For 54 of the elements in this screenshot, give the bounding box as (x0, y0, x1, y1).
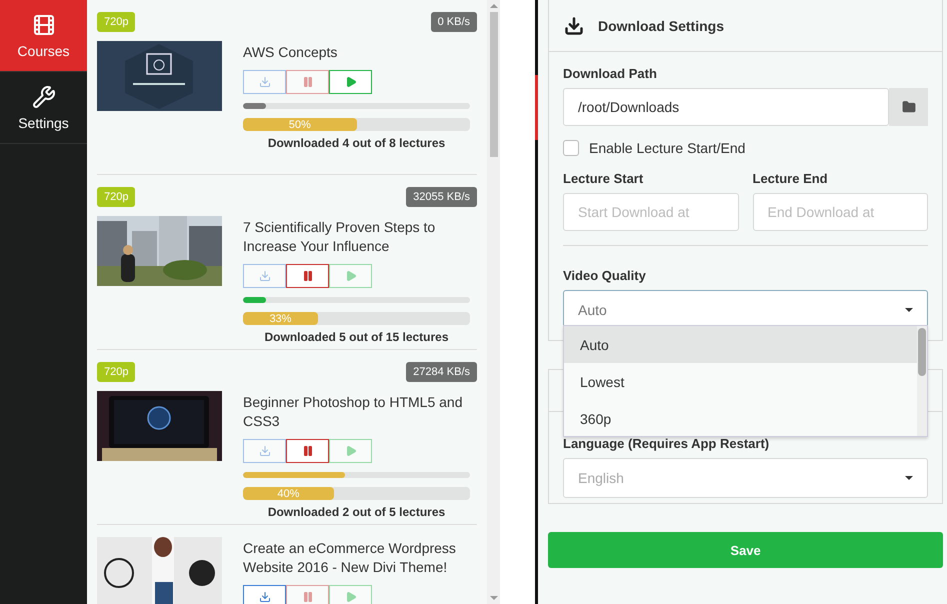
course-title: Create an eCommerce Wordpress Website 2016 - New Divi Theme! (243, 539, 457, 577)
sidebar-item[interactable]: Courses (0, 0, 87, 72)
play-icon (344, 445, 356, 457)
download-icon (258, 270, 270, 282)
progress-fill: 40% (243, 487, 334, 500)
checkbox-label: Enable Lecture Start/End (589, 140, 746, 156)
progress-fill: 50% (243, 118, 356, 131)
film-icon (32, 12, 56, 36)
download-status: Downloaded 2 out of 5 lectures (266, 505, 446, 519)
download-icon (564, 16, 584, 36)
checkbox[interactable] (563, 140, 579, 156)
pause-icon (302, 270, 314, 282)
dropdown-option[interactable]: Lowest (564, 363, 917, 400)
play-button[interactable] (329, 70, 372, 94)
scrollbar[interactable] (917, 326, 927, 436)
dropdown-option[interactable]: 360p (564, 400, 917, 437)
pause-icon (302, 445, 314, 457)
path-field[interactable]: /root/Downloads (563, 88, 889, 126)
download-icon (258, 76, 270, 88)
scrollbar[interactable] (487, 0, 500, 604)
download-icon (258, 445, 270, 457)
course-title: AWS Concepts (243, 43, 338, 62)
panel-title: Download Settings (598, 18, 724, 34)
dropdown-option[interactable]: Auto (564, 326, 917, 363)
field-label: Lecture End (752, 171, 829, 186)
pause-button[interactable] (286, 264, 329, 288)
field-label: Download Path (563, 66, 658, 81)
quality-badge: 720p (97, 187, 136, 207)
download-button[interactable] (243, 585, 286, 604)
download-icon (258, 591, 270, 603)
wrench-icon (32, 84, 56, 108)
speed-badge: 27284 KB/s (406, 362, 477, 382)
play-icon (344, 270, 356, 282)
download-status: Downloaded 4 out of 8 lectures (266, 136, 446, 150)
download-status: Downloaded 5 out of 15 lectures (263, 330, 450, 344)
pause-icon (302, 76, 314, 88)
speed-badge: 0 KB/s (430, 12, 477, 32)
progress-fill: 33% (243, 312, 318, 325)
start-field[interactable]: Start Download at (563, 193, 738, 231)
field-label: Video Quality (563, 268, 647, 283)
course-title: 7 Scientifically Proven Steps to Increase Your Influence (243, 218, 436, 256)
field-label: Language (Requires App Restart) (563, 436, 770, 451)
folder-icon (902, 100, 916, 114)
quality-badge: 720p (97, 362, 136, 382)
end-field[interactable]: End Download at (752, 193, 928, 231)
play-icon (344, 76, 356, 88)
browse-button[interactable] (889, 88, 928, 126)
quality-badge: 720p (97, 12, 136, 32)
pause-icon (302, 591, 314, 603)
course-title: Beginner Photoshop to HTML5 and CSS3 (243, 393, 464, 431)
speed-badge: 32055 KB/s (406, 187, 477, 207)
field-label: Lecture Start (563, 171, 644, 186)
play-icon (344, 591, 356, 603)
pause-button[interactable] (286, 439, 329, 463)
